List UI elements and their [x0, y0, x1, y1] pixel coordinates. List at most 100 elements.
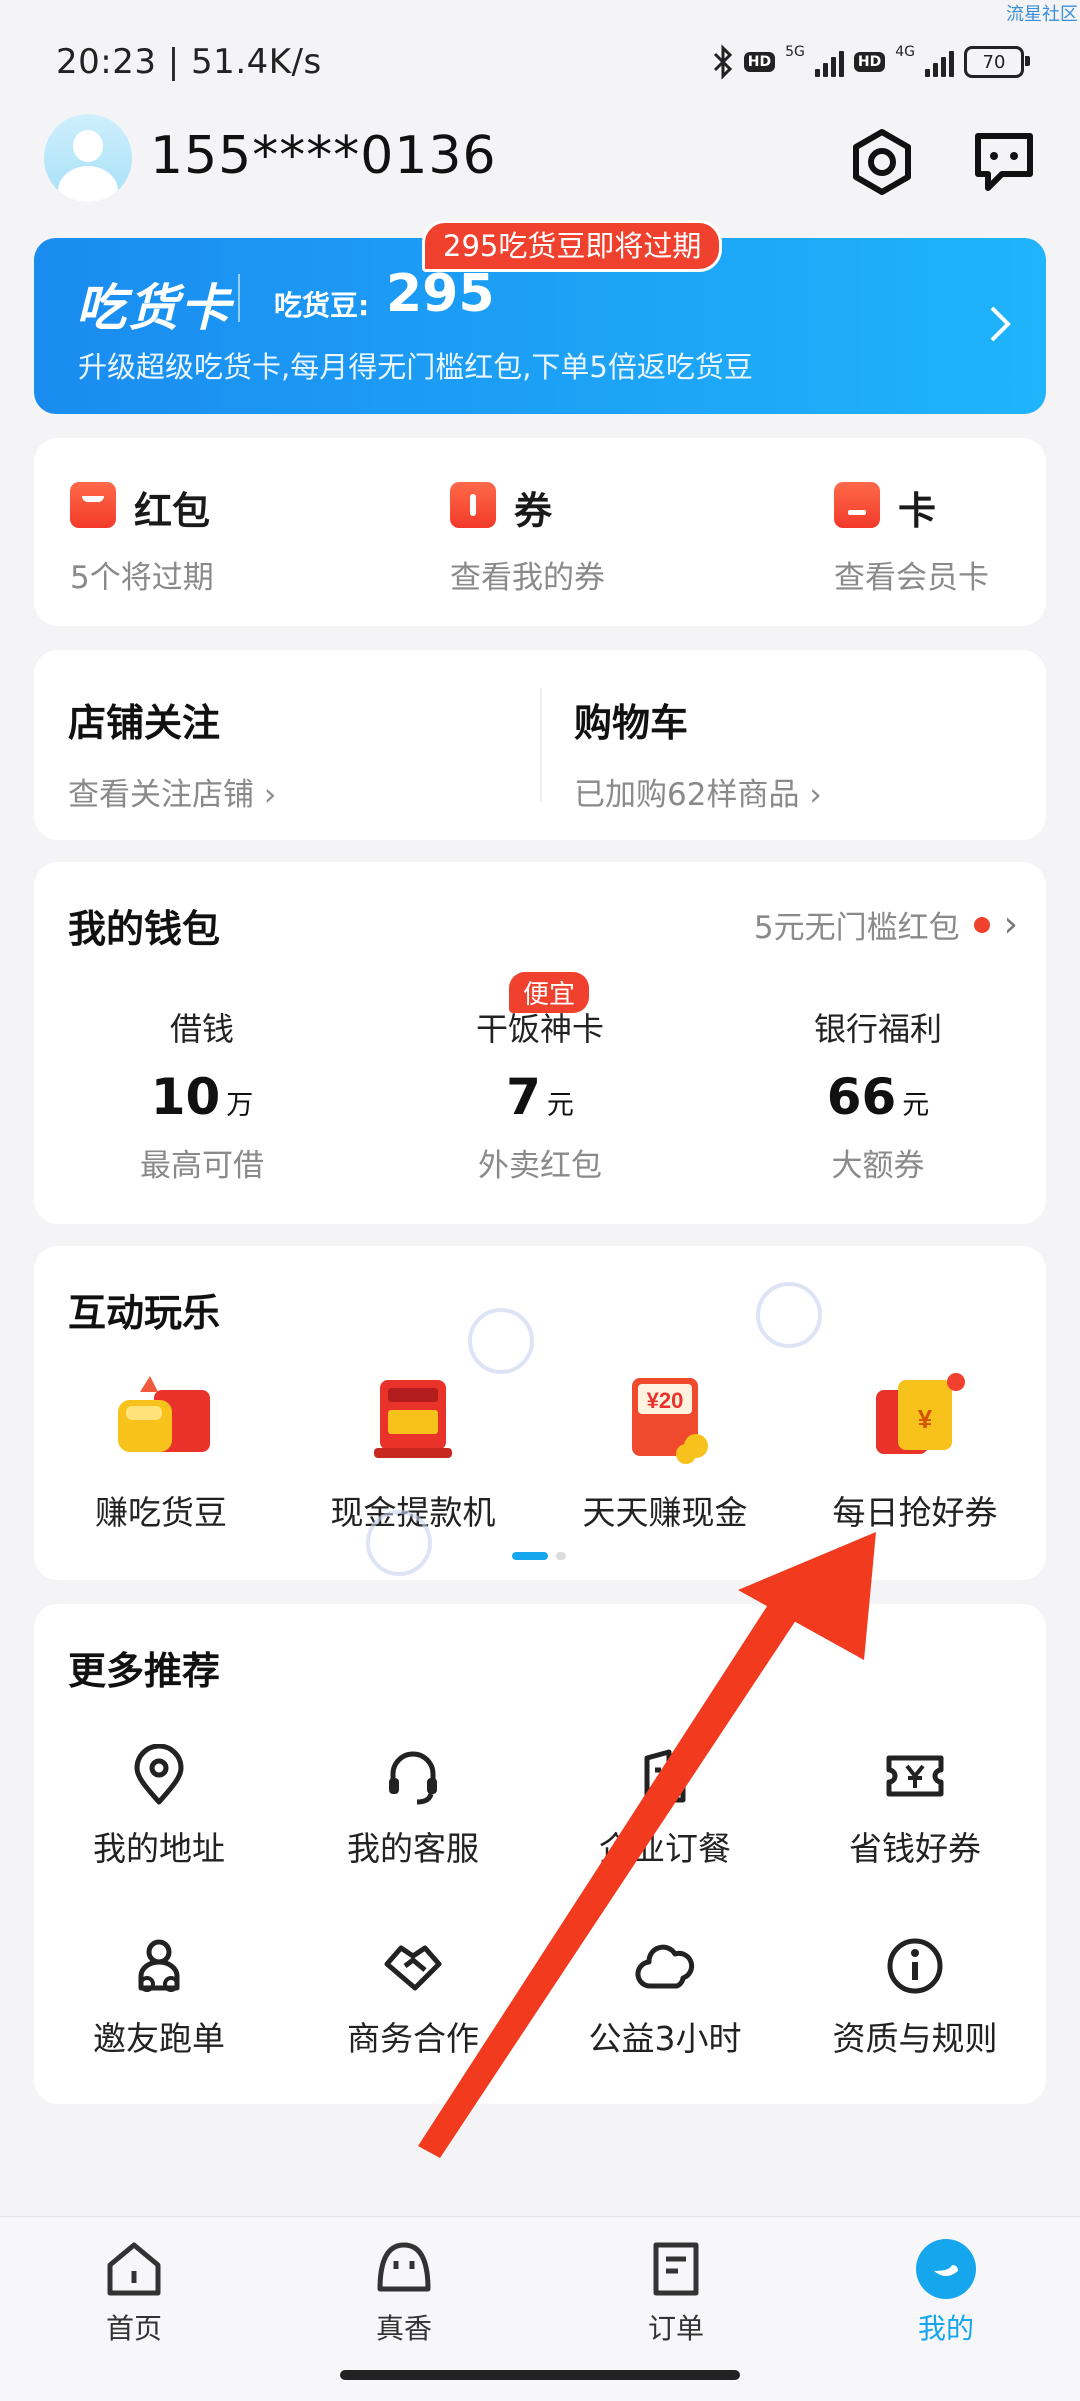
handshake-icon: [384, 1945, 442, 1991]
follow-cart-card: 店铺关注 查看关注店铺 › 购物车 已加购62样商品 ›: [34, 650, 1046, 840]
nav-orders[interactable]: 订单: [606, 2237, 746, 2347]
nav-label: 真香: [375, 2312, 432, 2345]
avatar[interactable]: [44, 114, 132, 202]
beans-value: 295: [386, 264, 495, 324]
banner-title: 吃货卡: [76, 279, 232, 337]
wallet-item-sub: 外卖红包: [478, 1148, 602, 1184]
more-item-label: 我的地址: [93, 1829, 225, 1868]
wallet-item-name: 借钱: [169, 1010, 234, 1048]
wallet-item-loan[interactable]: 借钱 10 万 最高可借: [82, 1004, 322, 1185]
more-item-business[interactable]: 商务合作: [288, 1934, 538, 2060]
play-item-earn-beans[interactable]: 赚吃货豆: [36, 1370, 286, 1534]
asset-redpacket-label: 红包: [134, 489, 211, 533]
more-item-coupon[interactable]: 省钱好券: [790, 1744, 1040, 1870]
red-dot-indicator: [973, 916, 990, 933]
message-icon[interactable]: [968, 126, 1040, 198]
wallet-promo-text: 5元无门槛红包: [753, 910, 960, 946]
signal-bars-icon: [814, 47, 844, 77]
wallet-item-value: 66: [826, 1068, 897, 1126]
settings-gear-icon[interactable]: [846, 126, 918, 198]
assets-card: 红包 5个将过期 券 查看我的券 卡 查看会员卡: [34, 438, 1046, 626]
more-item-address[interactable]: 我的地址: [34, 1744, 284, 1870]
touch-ring: [756, 1282, 822, 1348]
play-item-daily-coupon[interactable]: ¥ 每日抢好券: [790, 1370, 1040, 1534]
expiring-beans-badge[interactable]: 295吃货豆即将过期: [422, 220, 723, 272]
more-item-label: 商务合作: [347, 2019, 479, 2058]
wallet-card: 我的钱包 5元无门槛红包 › 借钱 10 万 最高可借 干饭神卡 7元 外卖红包 …: [34, 862, 1046, 1224]
wallet-item-value: 7: [506, 1068, 541, 1126]
more-item-enterprise[interactable]: 企业订餐: [540, 1744, 790, 1870]
play-item-cash-machine[interactable]: 现金提款机: [288, 1370, 538, 1534]
building-icon: [643, 1749, 686, 1803]
more-item-label: 省钱好券: [849, 1829, 981, 1868]
scooter-rider-icon: [138, 1939, 180, 1992]
profile-icon: [916, 2239, 976, 2299]
wallet-item-value: 10: [150, 1068, 221, 1126]
wallet-item-bank[interactable]: 银行福利 66 元 大额券: [758, 1004, 998, 1185]
order-icon: [653, 2242, 699, 2296]
more-item-label: 公益3小时: [588, 2019, 742, 2058]
wallet-item-unit: 万: [226, 1090, 254, 1121]
shop-follow-entry[interactable]: 店铺关注 查看关注店铺 ›: [68, 692, 276, 814]
asset-card-label: 卡: [898, 489, 937, 533]
cart-entry[interactable]: 购物车 已加购62样商品 ›: [574, 692, 822, 814]
wallet-item-meal-card[interactable]: 干饭神卡 7元 外卖红包: [420, 1004, 660, 1185]
signal-bars-icon-2: [925, 47, 954, 77]
battery-icon: 70: [964, 46, 1030, 78]
asset-card-sub: 查看会员卡: [834, 560, 989, 596]
wallet-item-name: 银行福利: [813, 1010, 942, 1048]
page-indicator-active: [512, 1552, 548, 1560]
more-card: 更多推荐 我的地址 我的客服 企业订餐 省钱好券 邀友跑单 商务合作 公益3小时…: [34, 1604, 1046, 2104]
more-item-label: 我的客服: [347, 1829, 479, 1868]
info-icon: [887, 1938, 943, 1994]
location-pin-icon: [134, 1744, 184, 1805]
coupon-envelope-icon: ¥: [876, 1373, 965, 1454]
cloud-icon: [635, 1944, 695, 1989]
more-item-invite[interactable]: 邀友跑单: [34, 1934, 284, 2060]
gift-box-icon: [118, 1376, 210, 1452]
ticket-icon: [450, 482, 496, 528]
play-item-label: 赚吃货豆: [95, 1493, 227, 1532]
network-4g-label: 4G: [895, 44, 915, 60]
nav-profile[interactable]: 我的: [876, 2237, 1016, 2347]
touch-ring: [468, 1308, 534, 1374]
cheap-tag: 便宜: [509, 972, 590, 1013]
more-item-label: 企业订餐: [599, 1829, 731, 1868]
nav-label: 我的: [917, 2312, 974, 2345]
chevron-right-icon: ›: [263, 777, 277, 813]
status-bar: 20:23 | 51.4K/s HD 5G HD 4G 70: [56, 38, 1030, 86]
status-time: 20:23 | 51.4K/s: [56, 42, 322, 82]
status-icons: HD 5G HD 4G 70: [712, 44, 1030, 80]
coupon-icon: [886, 1755, 944, 1797]
face-icon: [377, 2242, 431, 2292]
shop-follow-sub: 查看关注店铺: [68, 777, 254, 813]
user-phone[interactable]: 155****0136: [150, 126, 497, 186]
banner-subtitle: 升级超级吃货卡,每月得无门槛红包,下单5倍返吃货豆: [78, 350, 753, 384]
coupon-envelope-yen: ¥: [918, 1404, 933, 1434]
banner-divider: [238, 274, 240, 322]
more-title: 更多推荐: [68, 1649, 221, 1693]
asset-coupon-label: 券: [514, 489, 553, 533]
asset-coupon-sub: 查看我的券: [450, 560, 605, 596]
watermark-text: 流星社区: [1006, 4, 1078, 25]
play-item-daily-cash[interactable]: ¥20 天天赚现金: [540, 1370, 790, 1534]
home-indicator[interactable]: [340, 2370, 740, 2380]
network-5g-label: 5G: [785, 44, 805, 60]
wallet-promo[interactable]: 5元无门槛红包 ›: [754, 902, 1018, 947]
cart-sub: 已加购62样商品: [574, 777, 800, 813]
wallet-item-sub: 大额券: [831, 1148, 925, 1184]
chevron-right-icon: ›: [1003, 904, 1018, 945]
headset-icon: [389, 1751, 437, 1805]
beans-label: 吃货豆:: [274, 289, 370, 322]
wallet-item-unit: 元: [902, 1090, 930, 1121]
shop-follow-title: 店铺关注: [68, 701, 221, 745]
wallet-item-unit: 元: [546, 1090, 574, 1121]
cash-machine-icon: [374, 1380, 452, 1458]
nav-home[interactable]: 首页: [64, 2237, 204, 2347]
nav-zhenxiang[interactable]: 真香: [334, 2237, 474, 2347]
more-item-rules[interactable]: 资质与规则: [790, 1934, 1040, 2060]
hd-badge-2: HD: [853, 52, 886, 72]
hd-badge: HD: [743, 52, 776, 72]
more-item-service[interactable]: 我的客服: [288, 1744, 538, 1870]
more-item-charity[interactable]: 公益3小时: [540, 1934, 790, 2060]
